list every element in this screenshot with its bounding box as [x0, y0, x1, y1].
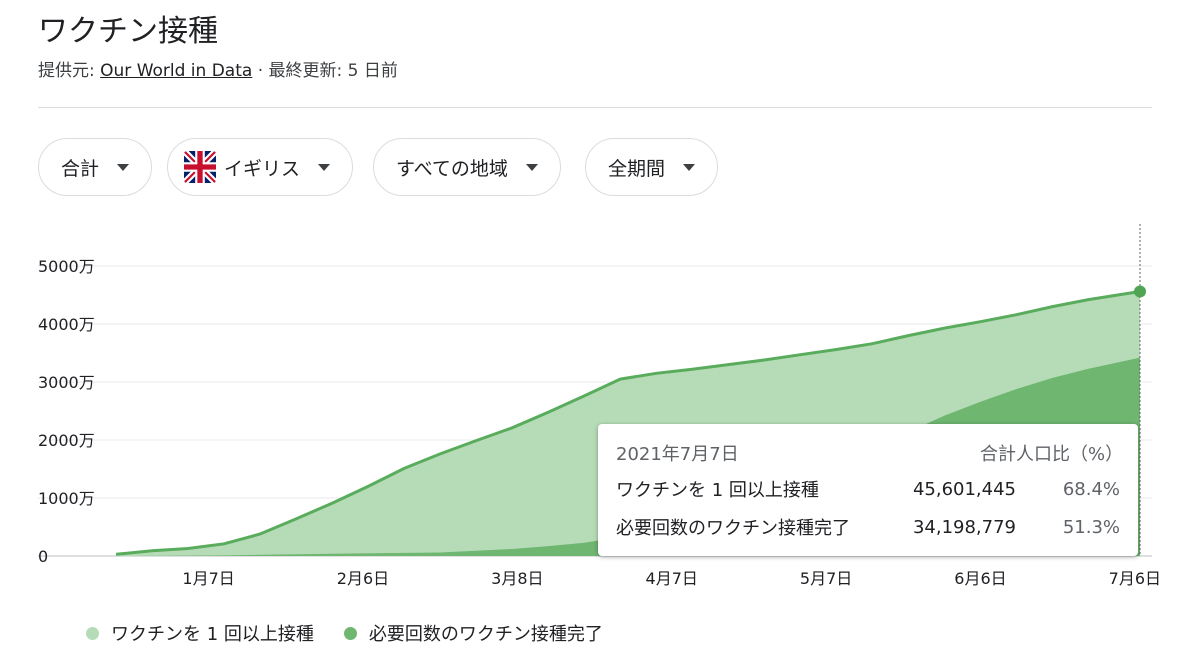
tooltip-row-total: 45,601,445: [912, 478, 1016, 500]
legend-dot: [86, 626, 99, 640]
last-updated: · 最終更新: 5 日前: [252, 61, 398, 81]
legend-dot: [343, 626, 357, 640]
region-dropdown-label: すべての地域: [396, 157, 508, 180]
uk-flag-icon: [184, 151, 216, 183]
source-prefix: 提供元:: [38, 61, 101, 81]
tooltip-date: 2021年7月7日: [616, 444, 739, 465]
y-tick-label: 3000万: [38, 373, 95, 392]
tooltip-row-name: 必要回数のワクチン接種完了: [616, 518, 850, 539]
tooltip-row-fully-vaccinated: 必要回数のワクチン接種完了 34,198,779 51.3%: [616, 508, 1120, 546]
y-tick-label: 0: [38, 547, 48, 566]
legend-label: ワクチンを 1 回以上接種: [111, 624, 314, 645]
tooltip-row-first-dose: ワクチンを 1 回以上接種 45,601,445 68.4%: [616, 470, 1120, 508]
chevron-down-icon: [318, 163, 331, 171]
tooltip-row-ratio: 51.3%: [1062, 516, 1120, 538]
tooltip-row-total: 34,198,779: [912, 516, 1016, 538]
y-tick-label: 5000万: [38, 257, 95, 276]
chevron-down-icon: [683, 163, 696, 171]
period-dropdown-label: 全期間: [608, 157, 666, 180]
chart-tooltip: 2021年7月7日 合計 人口比（%） ワクチンを 1 回以上接種 45,601…: [598, 424, 1138, 556]
x-tick-label: 2月6日: [337, 569, 389, 588]
metric-dropdown[interactable]: 合計: [38, 138, 153, 196]
x-tick-label: 5月7日: [800, 569, 852, 588]
legend-label: 必要回数のワクチン接種完了: [368, 624, 603, 645]
y-tick-label: 1000万: [38, 489, 95, 508]
y-tick-label: 4000万: [38, 315, 95, 334]
x-tick-label: 1月7日: [182, 569, 234, 588]
tooltip-col-ratio: 人口比（%）: [1016, 444, 1124, 465]
period-dropdown[interactable]: 全期間: [585, 138, 719, 196]
divider: [38, 107, 1152, 108]
page-title: ワクチン接種: [38, 14, 218, 49]
source-line: 提供元: Our World in Data · 最終更新: 5 日前: [38, 56, 398, 81]
tooltip-row-ratio: 68.4%: [1062, 478, 1120, 500]
chevron-down-icon: [525, 163, 538, 171]
country-dropdown-label: イギリス: [224, 157, 301, 180]
source-link[interactable]: Our World in Data: [100, 61, 252, 81]
x-tick-label: 3月8日: [491, 569, 543, 588]
legend-item-first-dose[interactable]: ワクチンを 1 回以上接種: [86, 620, 314, 646]
country-dropdown[interactable]: イギリス: [167, 138, 354, 196]
region-dropdown[interactable]: すべての地域: [373, 138, 561, 196]
chevron-down-icon: [117, 163, 130, 171]
x-tick-label: 7月6日: [1109, 569, 1161, 588]
legend-item-fully-vaccinated[interactable]: 必要回数のワクチン接種完了: [343, 620, 603, 646]
tooltip-col-total: 合計: [980, 444, 1016, 465]
tooltip-row-name: ワクチンを 1 回以上接種: [616, 480, 819, 501]
x-tick-label: 6月6日: [954, 569, 1006, 588]
x-tick-label: 4月7日: [646, 569, 698, 588]
chart-legend: ワクチンを 1 回以上接種 必要回数のワクチン接種完了: [86, 620, 633, 646]
hover-marker: [1134, 285, 1146, 298]
y-tick-label: 2000万: [38, 431, 95, 450]
metric-dropdown-label: 合計: [61, 157, 100, 180]
